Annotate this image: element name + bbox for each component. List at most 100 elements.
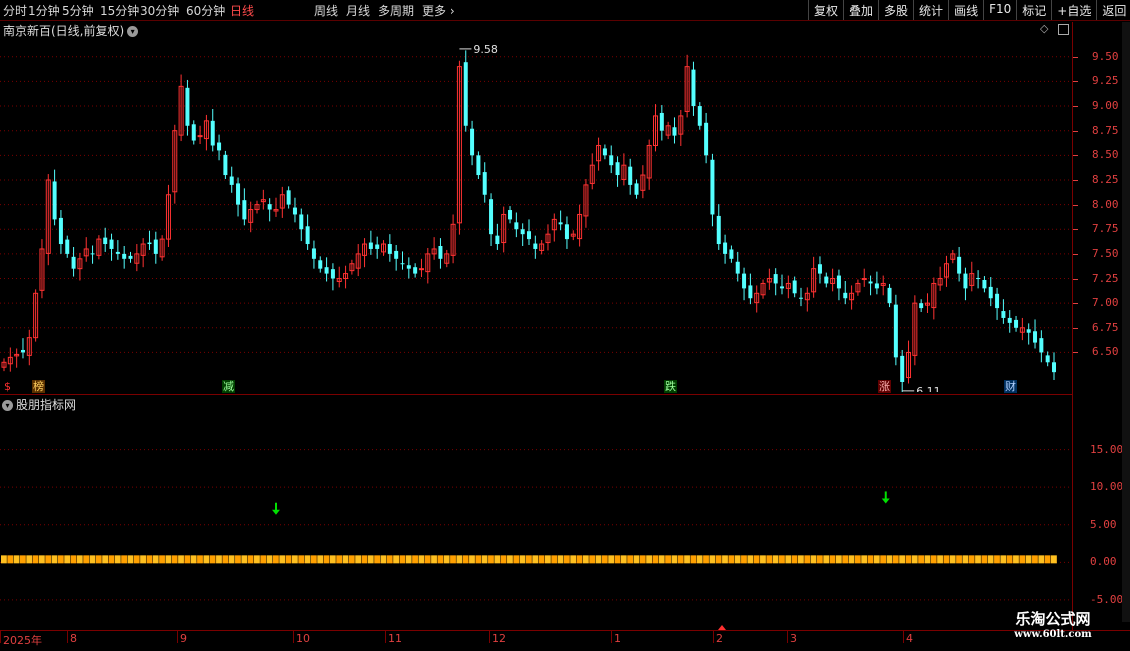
candle [514,212,519,238]
candle [659,105,664,141]
period-tab-6[interactable]: 日线 [230,2,254,19]
indicator-bar [1051,555,1057,564]
event-marker[interactable]: 跌 [664,380,677,393]
high-price-label: 9.58 [473,43,498,56]
indicator-bar [816,555,823,564]
indicator-bar [962,555,969,564]
panel-toggle-icon[interactable] [1058,24,1069,35]
event-marker[interactable]: 涨 [878,380,891,393]
indicator-bar [829,555,836,564]
event-marker[interactable]: 榜 [32,380,45,393]
candle [982,276,987,293]
toolbar-button-8[interactable]: 返回 [1096,0,1130,20]
candle [754,285,760,313]
candle [501,206,507,253]
diamond-icon[interactable]: ◇ [1040,22,1048,35]
event-marker[interactable]: $ [3,380,12,393]
price-tick: 8.25 [1092,172,1119,186]
candle [906,340,912,384]
indicator-bar [393,555,399,564]
candle [431,237,437,260]
indicator-bar [608,555,615,564]
price-tick: 8.75 [1092,123,1119,137]
date-tick [67,631,68,643]
candle [729,245,734,263]
indicator-bar [785,555,792,564]
tick-mark [1073,253,1078,255]
indicator-bar [418,555,425,564]
indicator-bar [949,555,956,564]
indicator-bar [747,555,754,564]
toolbar-button-5[interactable]: F10 [983,0,1016,20]
candle [159,235,165,261]
candle [836,269,841,301]
tick-mark [1073,327,1078,329]
indicator-bar [1000,555,1007,564]
candle [868,275,873,296]
indicator-bar [835,555,842,564]
indicator-bar [956,555,962,564]
date-label: 10 [296,632,310,645]
event-marker[interactable]: 减 [222,380,235,393]
indicator-bar [152,555,159,564]
indicator-bar [823,555,830,564]
date-tick [903,631,904,643]
period-tab-5[interactable]: 60分钟 [186,2,225,19]
candle [969,261,975,292]
period-tab-4[interactable]: 30分钟 [140,2,179,19]
indicator-bar [197,555,203,564]
period-tab-1[interactable]: 1分钟 [28,2,60,19]
candle [109,233,114,261]
candle [140,238,146,268]
date-label: 4 [906,632,913,645]
toolbar-button-1[interactable]: 叠加 [843,0,878,20]
tick-mark [1073,229,1078,231]
indicator-bar [595,555,602,564]
toolbar-button-4[interactable]: 画线 [948,0,983,20]
toolbar-button-3[interactable]: 统计 [913,0,948,20]
indicator-bar [285,555,292,564]
toolbar-button-2[interactable]: 多股 [878,0,913,20]
tick-mark [1073,56,1078,58]
tick-mark [1073,106,1078,108]
indicator-bar [317,555,324,564]
toolbar-button-6[interactable]: 标记 [1016,0,1051,20]
period-tab-3[interactable]: 15分钟 [100,2,139,19]
period-tab-8[interactable]: 月线 [346,2,370,19]
indicator-bar [728,555,735,564]
candle [665,121,671,140]
indicator-bar [146,555,153,564]
chevron-down-icon[interactable]: ▾ [2,400,13,411]
candle [368,230,373,255]
indicator-bar [854,555,861,564]
candle [425,247,431,284]
indicator-bar [304,555,311,564]
candle [273,197,279,217]
period-tab-0[interactable]: 分时 [3,2,27,19]
indicator-bar [184,555,191,564]
period-tab-9[interactable]: 多周期 [378,2,414,19]
tick-mark [1073,204,1078,206]
price-tick: 7.00 [1092,296,1119,310]
indicator-bar [500,555,507,564]
indicator-bar [140,555,146,564]
indicator-chart[interactable] [0,412,1072,630]
event-marker[interactable]: 财 [1004,380,1017,393]
candle [766,268,772,290]
indicator-bar [1032,555,1038,564]
price-tick: 6.50 [1092,345,1119,359]
toolbar-button-0[interactable]: 复权 [808,0,843,20]
period-tab-2[interactable]: 5分钟 [62,2,94,19]
candle [90,245,95,264]
indicator-bar [165,555,172,564]
candle [311,240,316,269]
candle [52,169,57,226]
candlestick-chart[interactable]: 9.58 6.11 [0,36,1072,392]
period-tab-10[interactable]: 更多 › [422,2,455,19]
indicator-bar [95,555,102,564]
period-tab-7[interactable]: 周线 [314,2,338,19]
indicator-bar [646,555,653,564]
toolbar-button-7[interactable]: +自选 [1051,0,1096,20]
candle [324,257,329,282]
candle [165,184,171,247]
